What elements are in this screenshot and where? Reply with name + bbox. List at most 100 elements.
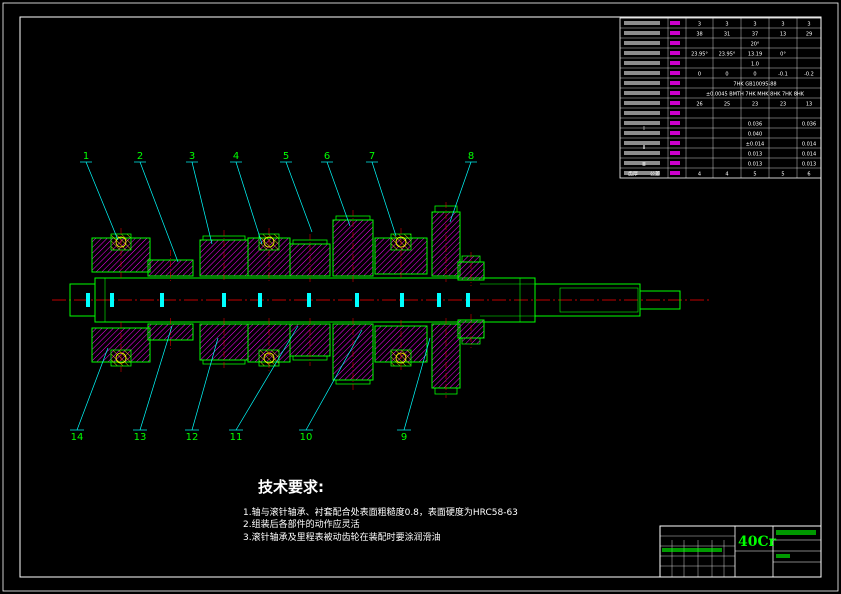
table-cell: 13.19 — [748, 52, 762, 58]
table-cell: 13 — [780, 32, 786, 38]
title-block: 40Cr — [659, 525, 822, 578]
needle-bearing — [110, 293, 114, 307]
table-row-label-mark — [624, 71, 660, 75]
title-block-mark — [776, 530, 816, 535]
table-cell: 0.036 — [802, 122, 816, 128]
tech-req-title: 技术要求: — [258, 478, 324, 496]
needle-bearing — [86, 293, 90, 307]
tech-req-item-2: 2.组装后各部件的动作应灵活 — [243, 518, 360, 530]
table-cell: 0 — [698, 72, 701, 78]
table-symbol-mark — [670, 101, 680, 105]
table-symbol-mark — [670, 171, 680, 175]
table-cell: 0 — [725, 72, 728, 78]
assembly-drawing: 3 3 3 3 3 38 31 37 13 29 20° 23.95° 23.95° 13.19 0° 1.0… — [2, 2, 839, 592]
gear-parameter-table: 3 3 3 3 3 38 31 37 13 29 20° 23.95° 23.95° 13.19 0° 1.0… — [619, 17, 822, 179]
table-cell: 20° — [751, 42, 760, 48]
table-row-label-mark — [624, 101, 660, 105]
table-cell: 0.040 — [748, 132, 762, 138]
balloon-label-bottom: 14 — [71, 432, 84, 443]
table-cell: 23.95° — [691, 52, 708, 58]
table-cell: 23 — [780, 102, 786, 108]
table-row-label-mark — [624, 21, 660, 25]
table-footer-label: 公差 — [650, 171, 660, 178]
table-cell: -0.2 — [804, 72, 814, 78]
table-row-label-mark — [624, 61, 660, 65]
table-cell: 4 — [725, 172, 728, 178]
table-symbol-mark — [670, 151, 680, 155]
table-cell: 6 — [807, 172, 810, 178]
leader-lines: 1 2 3 4 5 6 7 814 13 12 11 10 9 — [70, 151, 477, 443]
table-symbol-mark — [670, 161, 680, 165]
table-row-label-mark — [624, 51, 660, 55]
table-cell: 29 — [806, 32, 812, 38]
balloon-label-top: 5 — [283, 151, 289, 162]
table-cell: 26 — [696, 102, 702, 108]
table-cell: 0.014 — [802, 152, 816, 158]
table-row-label-mark — [624, 91, 660, 95]
table-symbol-mark — [670, 121, 680, 125]
balloon-label-bottom: 11 — [230, 432, 243, 443]
needle-bearing — [355, 293, 359, 307]
table-cell: 25 — [724, 102, 730, 108]
material-label: 40Cr — [738, 534, 777, 550]
table-cell: 0.036 — [748, 122, 762, 128]
table-symbol-mark — [670, 51, 680, 55]
table-cell: 13 — [806, 102, 812, 108]
table-cell: ±0.0045 BMTH 7HK MHK 8HK 7HK 8HK — [706, 92, 805, 98]
title-block-mark — [776, 554, 790, 558]
balloon-label-top: 3 — [189, 151, 195, 162]
table-cell: 0.014 — [802, 142, 816, 148]
table-cell: ±0.014 — [746, 142, 765, 148]
balloon-label-top: 1 — [83, 151, 89, 162]
table-cell: 23.95° — [719, 52, 736, 58]
balloon-label-bottom: 13 — [134, 432, 147, 443]
needle-bearing — [437, 293, 441, 307]
table-cell: 31 — [724, 32, 730, 38]
table-cell: 3 — [781, 22, 784, 28]
table-cell: 7HK GB10095-88 — [733, 82, 776, 88]
table-cell: 0 — [753, 72, 756, 78]
balloon-label-top: 2 — [137, 151, 143, 162]
needle-bearing — [466, 293, 470, 307]
needle-bearing — [222, 293, 226, 307]
table-row-label-mark — [624, 131, 660, 135]
table-symbol-mark — [670, 91, 680, 95]
table-group-label: Ⅱ — [643, 145, 645, 151]
table-cell: 0.013 — [748, 162, 762, 168]
table-symbol-mark — [670, 131, 680, 135]
balloon-label-top: 8 — [468, 151, 474, 162]
table-cell: 3 — [753, 22, 756, 28]
table-symbol-mark — [670, 81, 680, 85]
table-cell: 3 — [725, 22, 728, 28]
needle-bearing — [400, 293, 404, 307]
table-group-label: Ⅲ — [642, 162, 645, 168]
table-cell: 38 — [696, 32, 702, 38]
needle-bearing — [307, 293, 311, 307]
technical-requirements: 技术要求: 1.轴与滚针轴承、衬套配合处表面粗糙度0.8，表面硬度为HRC58-… — [243, 478, 518, 543]
table-cell: 0.013 — [748, 152, 762, 158]
needle-bearing — [258, 293, 262, 307]
balloon-label-top: 6 — [324, 151, 330, 162]
table-symbol-mark — [670, 61, 680, 65]
table-symbol-mark — [670, 71, 680, 75]
table-symbol-mark — [670, 41, 680, 45]
table-cell: 1.0 — [751, 62, 759, 68]
table-symbol-mark — [670, 21, 680, 25]
table-row-label-mark — [624, 151, 660, 155]
table-row-label-mark — [624, 31, 660, 35]
table-cell: 37 — [752, 32, 758, 38]
table-cell: 0° — [780, 52, 786, 58]
table-row-label-mark — [624, 111, 660, 115]
tech-req-item-3: 3.滚针轴承及里程表被动齿轮在装配时要涂润滑油 — [243, 531, 441, 543]
table-row-label-mark — [624, 41, 660, 45]
tech-req-item-1: 1.轴与滚针轴承、衬套配合处表面粗糙度0.8，表面硬度为HRC58-63 — [243, 506, 518, 518]
table-row-label-mark — [624, 81, 660, 85]
needle-bearing — [160, 293, 164, 307]
table-symbol-mark — [670, 111, 680, 115]
table-row-label-mark — [624, 121, 660, 125]
balloon-label-top: 7 — [369, 151, 375, 162]
table-symbol-mark — [670, 141, 680, 145]
table-cell: 3 — [807, 22, 810, 28]
balloon-label-bottom: 12 — [186, 432, 199, 443]
table-cell: 23 — [752, 102, 758, 108]
